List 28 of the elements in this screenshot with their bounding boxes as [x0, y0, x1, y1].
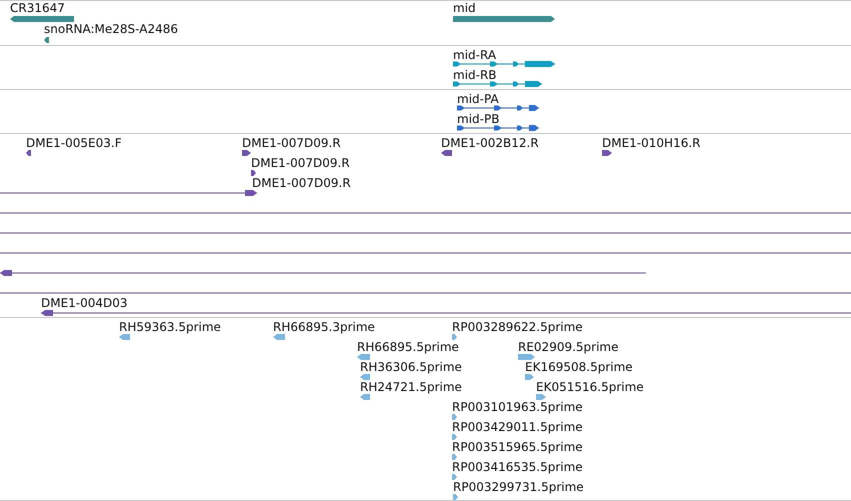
- feature-label: RP003299731.5prime: [453, 480, 584, 494]
- feature-label: snoRNA:Me28S-A2486: [44, 22, 178, 36]
- feature-label: DME1-007D09.R: [252, 176, 351, 190]
- feature-label: DME1-007D09.R: [251, 156, 350, 170]
- feature-label: mid-PB: [457, 112, 500, 126]
- feature-label: mid: [453, 1, 476, 15]
- feature-label: RH66895.5prime: [357, 340, 459, 354]
- feature-label: CR31647: [10, 1, 65, 15]
- feature-label: EK169508.5prime: [525, 360, 633, 374]
- feature-label: mid-RA: [453, 48, 496, 62]
- feature-label: RH59363.5prime: [119, 320, 221, 334]
- feature-label: mid-RB: [453, 68, 497, 82]
- feature-label: RH36306.5prime: [360, 360, 462, 374]
- feature-label: DME1-007D09.R: [242, 136, 341, 150]
- feature-label: DME1-004D03: [41, 296, 128, 310]
- feature-label: RP003416535.5prime: [452, 460, 583, 474]
- feature-label: DME1-010H16.R: [602, 136, 700, 150]
- feature-label: DME1-005E03.F: [26, 136, 122, 150]
- feature-label: EK051516.5prime: [536, 380, 644, 394]
- feature-label: RP003429011.5prime: [452, 420, 583, 434]
- feature-label: mid-PA: [457, 92, 499, 106]
- feature-label: DME1-002B12.R: [441, 136, 539, 150]
- feature-label: RP003515965.5prime: [452, 440, 583, 454]
- feature-label: RE02909.5prime: [518, 340, 618, 354]
- feature-label: RH24721.5prime: [360, 380, 462, 394]
- feature-label: RP003289622.5prime: [452, 320, 583, 334]
- feature-label: RP003101963.5prime: [452, 400, 583, 414]
- feature-label: RH66895.3prime: [273, 320, 375, 334]
